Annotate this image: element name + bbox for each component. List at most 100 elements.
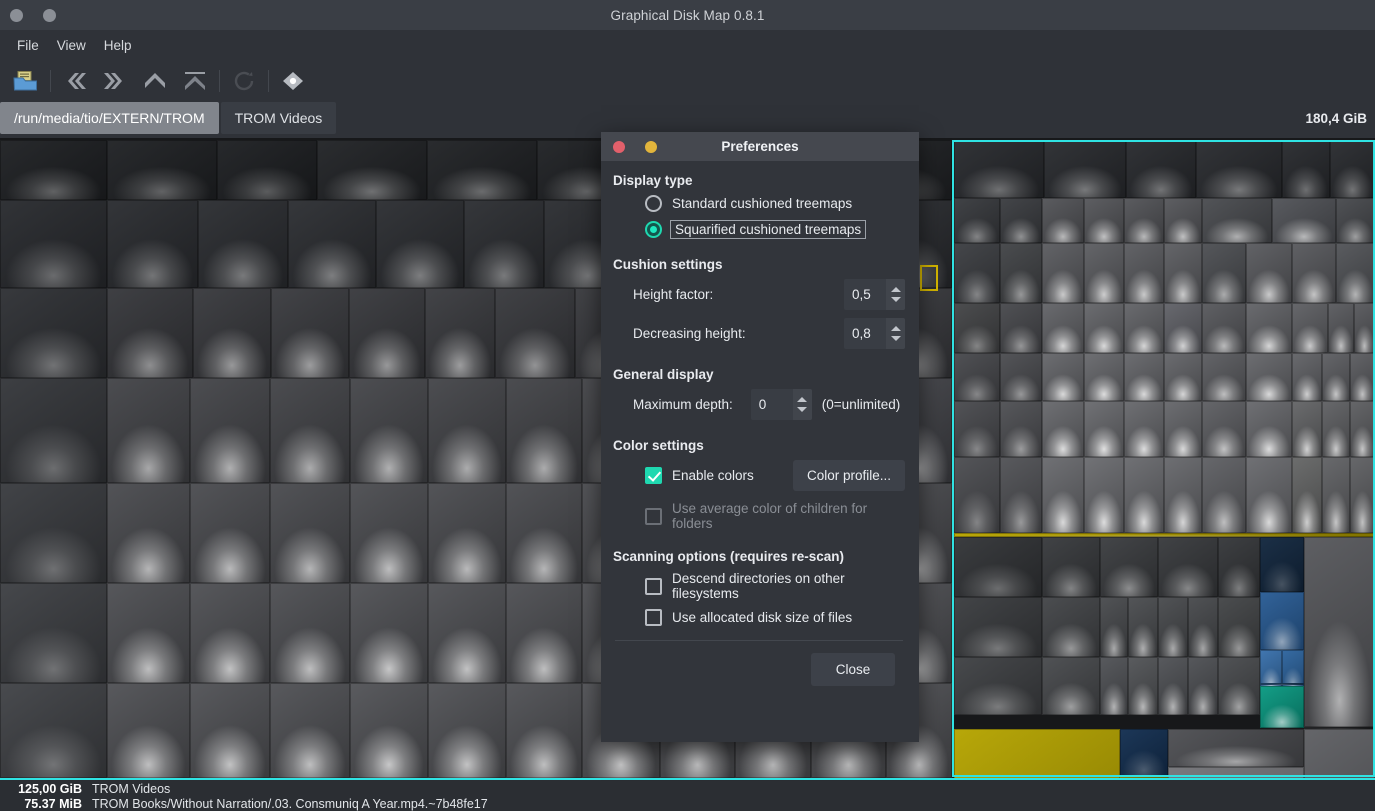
- treemap-cell[interactable]: [107, 378, 190, 483]
- treemap-cell[interactable]: [954, 729, 1120, 778]
- treemap-cell[interactable]: [1272, 198, 1336, 243]
- treemap-cell[interactable]: [1128, 657, 1158, 715]
- top-button[interactable]: [175, 64, 215, 98]
- radio-squarified-cushioned-treemaps[interactable]: [645, 221, 662, 238]
- treemap-cell[interactable]: [1322, 353, 1350, 401]
- treemap-cell[interactable]: [1124, 401, 1164, 457]
- treemap-cell[interactable]: [1124, 198, 1164, 243]
- dialog-close-action-button[interactable]: Close: [811, 653, 895, 686]
- treemap-cell[interactable]: [1124, 243, 1164, 303]
- spinbox-decreasing-height[interactable]: 0,8: [844, 318, 905, 349]
- treemap-cell[interactable]: [1260, 592, 1304, 650]
- treemap-cell[interactable]: [428, 378, 506, 483]
- treemap-cell[interactable]: [350, 683, 428, 778]
- treemap-cell[interactable]: [1164, 401, 1202, 457]
- treemap-cell[interactable]: [954, 303, 1000, 353]
- treemap-cell[interactable]: [1202, 401, 1246, 457]
- treemap-cell[interactable]: [1000, 303, 1042, 353]
- treemap-cell[interactable]: [350, 483, 428, 583]
- tab-root-path[interactable]: /run/media/tio/EXTERN/TROM: [0, 102, 219, 134]
- treemap-cell[interactable]: [1322, 457, 1350, 533]
- treemap-cell[interactable]: [954, 537, 1042, 597]
- treemap-cell[interactable]: [190, 483, 270, 583]
- treemap-cell[interactable]: [1100, 537, 1158, 597]
- spinbox-maximum-depth-value[interactable]: 0: [751, 389, 793, 420]
- treemap-cell[interactable]: [270, 378, 350, 483]
- treemap-cell[interactable]: [1084, 303, 1124, 353]
- treemap-cell[interactable]: [1124, 457, 1164, 533]
- treemap-cell[interactable]: [1328, 303, 1354, 353]
- treemap-cell[interactable]: [270, 583, 350, 683]
- treemap-cell[interactable]: [317, 140, 427, 200]
- treemap-cell[interactable]: [1164, 243, 1202, 303]
- treemap-cell[interactable]: [1042, 243, 1084, 303]
- treemap-cell[interactable]: [495, 288, 575, 378]
- radio-row-standard[interactable]: Standard cushioned treemaps: [645, 195, 905, 212]
- treemap-cell[interactable]: [217, 140, 317, 200]
- treemap-cell[interactable]: [1260, 537, 1304, 592]
- preferences-button[interactable]: [273, 64, 313, 98]
- treemap-cell[interactable]: [1260, 686, 1304, 728]
- treemap-cell[interactable]: [0, 483, 107, 583]
- checkbox-use-allocated-disk-size[interactable]: [645, 609, 662, 626]
- up-button[interactable]: [135, 64, 175, 98]
- treemap-cell[interactable]: [428, 483, 506, 583]
- treemap-cell[interactable]: [1188, 657, 1218, 715]
- treemap-cell[interactable]: [1188, 597, 1218, 657]
- treemap-cell[interactable]: [1042, 657, 1100, 715]
- menu-view[interactable]: View: [48, 35, 95, 56]
- spinbox-decrement-icon[interactable]: [890, 336, 901, 341]
- treemap-cell[interactable]: [1124, 353, 1164, 401]
- treemap-cell[interactable]: [1126, 140, 1196, 198]
- treemap-cell[interactable]: [1164, 353, 1202, 401]
- tab-trom-videos[interactable]: TROM Videos: [220, 102, 337, 134]
- treemap-cell[interactable]: [1292, 243, 1336, 303]
- checkbox-descend-directories[interactable]: [645, 577, 662, 595]
- treemap-cell[interactable]: [1120, 729, 1168, 777]
- treemap-cell[interactable]: [1128, 597, 1158, 657]
- treemap-cell[interactable]: [428, 683, 506, 778]
- treemap-cell[interactable]: [1304, 537, 1375, 727]
- treemap-cell[interactable]: [1000, 353, 1042, 401]
- spinbox-decrement-icon[interactable]: [797, 407, 808, 412]
- spinbox-increment-icon[interactable]: [797, 397, 808, 402]
- treemap-cell[interactable]: [0, 583, 107, 683]
- treemap-cell[interactable]: [270, 683, 350, 778]
- treemap-cell[interactable]: [1084, 198, 1124, 243]
- treemap-cell[interactable]: [1202, 457, 1246, 533]
- forward-button[interactable]: [95, 64, 135, 98]
- treemap-cell[interactable]: [506, 583, 582, 683]
- treemap-cell[interactable]: [1350, 353, 1375, 401]
- treemap-cell[interactable]: [1202, 198, 1272, 243]
- treemap-cell[interactable]: [427, 140, 537, 200]
- treemap-cell[interactable]: [1042, 353, 1084, 401]
- treemap-cell[interactable]: [198, 200, 288, 288]
- treemap-cell[interactable]: [1260, 683, 1304, 685]
- treemap-cell[interactable]: [1246, 303, 1292, 353]
- spinbox-decreasing-height-value[interactable]: 0,8: [844, 318, 886, 349]
- treemap-cell[interactable]: [954, 401, 1000, 457]
- treemap-cell[interactable]: [1084, 401, 1124, 457]
- treemap-cell[interactable]: [1158, 597, 1188, 657]
- radio-row-squarified[interactable]: Squarified cushioned treemaps: [645, 220, 905, 239]
- treemap-cell[interactable]: [1164, 457, 1202, 533]
- treemap-cell[interactable]: [1354, 303, 1375, 353]
- treemap-cell[interactable]: [506, 483, 582, 583]
- treemap-cell[interactable]: [1246, 243, 1292, 303]
- treemap-cell[interactable]: [1292, 303, 1328, 353]
- treemap-cell[interactable]: [1168, 729, 1304, 767]
- treemap-cell[interactable]: [1330, 140, 1375, 198]
- treemap-cell[interactable]: [1218, 537, 1260, 597]
- treemap-cell[interactable]: [1292, 457, 1322, 533]
- treemap-cell[interactable]: [270, 483, 350, 583]
- treemap-cell[interactable]: [350, 583, 428, 683]
- treemap-cell[interactable]: [1000, 243, 1042, 303]
- treemap-cell[interactable]: [1164, 303, 1202, 353]
- treemap-cell[interactable]: [376, 200, 464, 288]
- treemap-cell[interactable]: [954, 353, 1000, 401]
- treemap-cell[interactable]: [1246, 401, 1292, 457]
- treemap-cell[interactable]: [1042, 401, 1084, 457]
- treemap-cell[interactable]: [425, 288, 495, 378]
- treemap-cell[interactable]: [0, 378, 107, 483]
- treemap-cell[interactable]: [1124, 303, 1164, 353]
